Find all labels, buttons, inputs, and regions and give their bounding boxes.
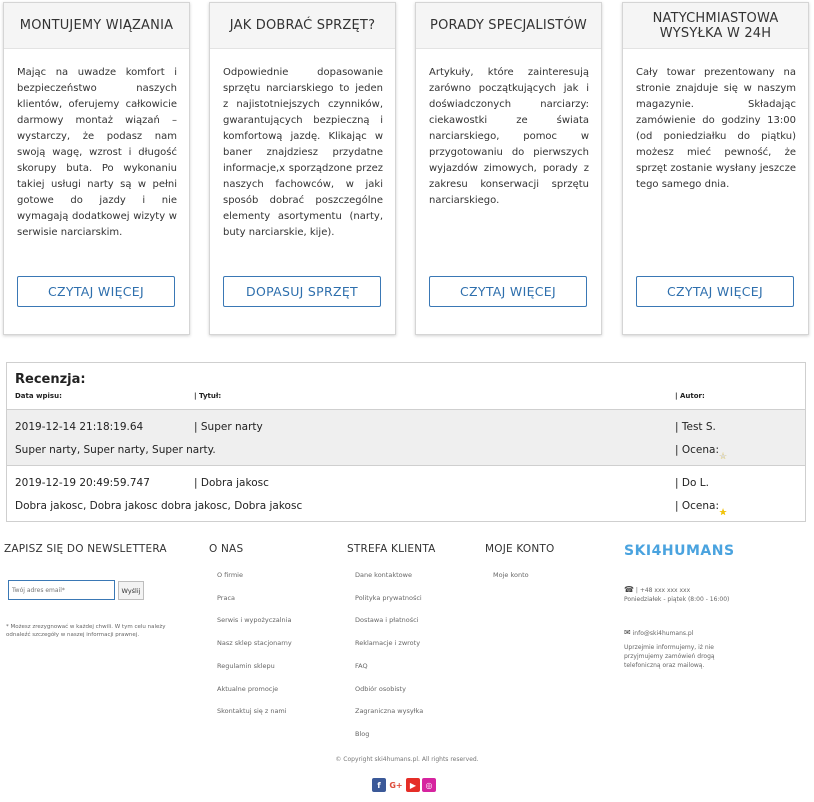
reviews-header-row: Data wpisu: | Tytuł: | Autor: [7,392,805,408]
card-text: Odpowiednie dopasowanie sprzętu narciars… [223,67,383,238]
youtube-icon[interactable]: ▶ [406,778,420,792]
footer-link[interactable]: Reklamacje i zwroty [355,639,420,647]
email-info: ✉ info@ski4humans.pl [624,628,693,638]
review-rating: | Ocena: ★ ★ ★ ★ ★ [675,444,727,462]
phone-info: ☎ | +48 xxx xxx xxx Poniedziałek - piąte… [624,585,729,604]
review-date: 2019-12-19 20:49:59.747 [15,477,150,489]
ski4humans-logo[interactable]: SKI4HUMANS [624,543,735,559]
review-title: | Super narty [194,421,263,433]
review-rating: | Ocena: ★ ★ ★ ★ ★ [675,500,727,518]
phone-icon: ☎ [624,585,634,594]
footer-link[interactable]: Dostawa i płatności [355,616,419,624]
footer-link[interactable]: Serwis i wypożyczalnia [217,616,291,624]
newsletter-note: * Możesz zrezygnować w każdej chwili. W … [6,624,166,638]
read-more-button[interactable]: CZYTAJ WIĘCEJ [429,276,587,307]
reviews-section: Recenzja: Data wpisu: | Tytuł: | Autor: … [6,362,806,522]
card-text: Artykuły, które zainteresują zarówno poc… [429,67,589,206]
copyright: © Copyright ski4humans.pl. All rights re… [335,756,479,763]
footer-link[interactable]: Aktualne promocje [217,685,278,693]
newsletter-email-input[interactable] [8,580,115,600]
card-title: PORADY SPECJALISTÓW [416,3,601,49]
footer-link[interactable]: Blog [355,730,369,738]
review-author: | Test S. [675,421,716,433]
review-author: | Do L. [675,477,709,489]
instagram-icon[interactable]: ◎ [422,778,436,792]
business-hours: Poniedziałek - piątek (8:00 - 16:00) [624,596,730,603]
footer-link[interactable]: Dane kontaktowe [355,571,412,579]
footer-link[interactable]: Regulamin sklepu [217,662,275,670]
card-equipment: JAK DOBRAĆ SPRZĘT? Odpowiednie dopasowan… [209,2,396,335]
card-shipping: NATYCHMIASTOWA WYSYŁKA W 24H Cały towar … [622,2,809,335]
reviews-title: Recenzja: [15,372,86,387]
review-text: Dobra jakosc, Dobra jakosc dobra jakosc,… [15,500,303,512]
social-links: f G+ ▶ ◎ [372,778,436,792]
card-bindings: MONTUJEMY WIĄZANIA Mając na uwadze komfo… [3,2,190,335]
newsletter-heading: ZAPISZ SIĘ DO NEWSLETTERA [4,543,167,555]
newsletter-send-button[interactable]: Wyślij [118,581,144,600]
footer-link[interactable]: Zagraniczna wysyłka [355,707,423,715]
review-row: 2019-12-14 21:18:19.64 | Super narty | T… [7,409,805,465]
footer-link[interactable]: Nasz sklep stacjonarny [217,639,292,647]
rating-label: | Ocena: [675,444,719,456]
footer-link[interactable]: Skontaktuj się z nami [217,707,287,715]
col-title-header: | Tytuł: [194,392,222,400]
google-plus-icon[interactable]: G+ [388,778,404,792]
footer-link[interactable]: O firmie [217,571,243,579]
footer-link[interactable]: Praca [217,594,235,602]
card-title: JAK DOBRAĆ SPRZĘT? [210,3,395,49]
card-advice: PORADY SPECJALISTÓW Artykuły, które zain… [415,2,602,335]
phone-number: | +48 xxx xxx xxx [635,587,691,594]
footer-link[interactable]: Odbiór osobisty [355,685,406,693]
footer-link[interactable]: FAQ [355,662,368,670]
rating-label: | Ocena: [675,500,719,512]
read-more-button[interactable]: CZYTAJ WIĘCEJ [17,276,175,307]
card-title: MONTUJEMY WIĄZANIA [4,3,189,49]
feature-cards: MONTUJEMY WIĄZANIA Mając na uwadze komfo… [0,0,814,340]
card-text: Mając na uwadze komfort i bezpieczeństwo… [17,67,177,238]
match-equipment-button[interactable]: DOPASUJ SPRZĘT [223,276,381,307]
mail-icon: ✉ [624,628,631,637]
review-date: 2019-12-14 21:18:19.64 [15,421,144,433]
email-address[interactable]: info@ski4humans.pl [633,630,694,637]
col-author-header: | Autor: [675,392,705,400]
review-title: | Dobra jakosc [194,477,269,489]
card-text: Cały towar prezentowany na stronie znajd… [636,67,796,190]
email-note: Uprzejmie informujemy, iż nie przyjmujem… [624,644,715,669]
client-zone-heading: STREFA KLIENTA [347,543,436,555]
footer-link[interactable]: Polityka prywatności [355,594,422,602]
account-heading: MOJE KONTO [485,543,555,555]
review-text: Super narty, Super narty, Super narty. [15,444,216,456]
facebook-icon[interactable]: f [372,778,386,792]
footer: ZAPISZ SIĘ DO NEWSLETTERA Wyślij * Możes… [0,535,814,802]
review-row: 2019-12-19 20:49:59.747 | Dobra jakosc |… [7,465,805,521]
footer-link[interactable]: Moje konto [493,571,529,579]
col-date-header: Data wpisu: [15,392,62,400]
about-heading: O NAS [209,543,244,555]
card-title: NATYCHMIASTOWA WYSYŁKA W 24H [623,3,808,49]
read-more-button[interactable]: CZYTAJ WIĘCEJ [636,276,794,307]
